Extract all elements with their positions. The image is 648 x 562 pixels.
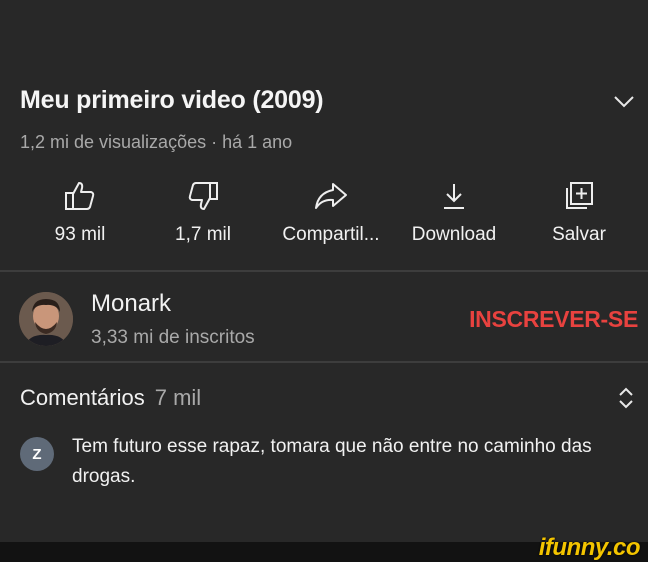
divider (0, 270, 648, 272)
save-label: Salvar (552, 224, 606, 245)
avatar-photo (19, 292, 73, 346)
video-details-panel: Meu primeiro video (2009) 1,2 mi de visu… (0, 0, 648, 562)
comments-count: 7 mil (154, 385, 202, 410)
download-icon (444, 184, 464, 209)
share-label: Compartil... (282, 224, 380, 245)
comments-title: Comentários (20, 385, 145, 410)
video-meta: 1,2 mi de visualizações · há 1 ano (20, 132, 293, 152)
expand-description-button[interactable] (608, 88, 640, 116)
like-button[interactable]: 93 mil (15, 178, 145, 258)
save-button[interactable]: Salvar (514, 178, 644, 258)
download-button[interactable]: Download (389, 178, 519, 258)
video-title: Meu primeiro video (2009) (20, 86, 324, 114)
video-actions-row: 93 mil 1,7 mil Compartil... Download Sal… (0, 178, 648, 258)
download-label: Download (411, 224, 497, 245)
subscribe-button[interactable]: INSCREVER-SE (469, 306, 638, 333)
dislike-count: 1,7 mil (175, 224, 231, 245)
dislike-button[interactable]: 1,7 mil (138, 178, 268, 258)
expand-comments-button[interactable] (612, 384, 640, 412)
thumbs-up-icon (65, 182, 95, 210)
channel-avatar[interactable] (19, 292, 73, 346)
channel-name[interactable]: Monark (91, 290, 171, 318)
commenter-avatar[interactable]: Z (20, 437, 54, 471)
share-icon (315, 183, 347, 209)
comments-header[interactable]: Comentários 7 mil (20, 385, 201, 411)
comment-text[interactable]: Tem futuro esse rapaz, tomara que não en… (72, 432, 632, 492)
chevron-down-icon (614, 96, 634, 108)
divider (0, 361, 648, 363)
ifunny-watermark: ifunny.co (538, 534, 641, 561)
share-button[interactable]: Compartil... (266, 178, 396, 258)
save-playlist-icon (566, 182, 593, 209)
chevron-up-down-icon (619, 387, 633, 409)
subscriber-count: 3,33 mi de inscritos (91, 327, 255, 348)
thumbs-down-icon (188, 182, 218, 210)
like-count: 93 mil (54, 224, 106, 245)
